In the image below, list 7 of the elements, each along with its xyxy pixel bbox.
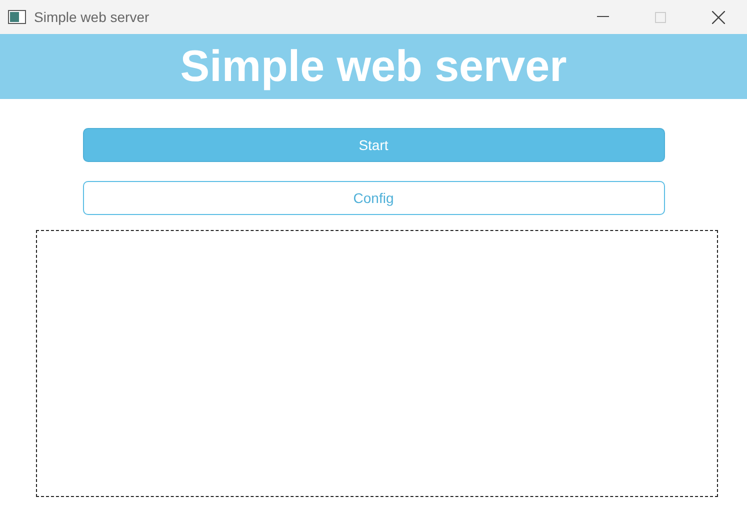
minimize-icon[interactable] [597, 16, 609, 18]
config-button[interactable]: Config [82, 181, 664, 215]
close-icon[interactable] [712, 10, 725, 24]
start-button[interactable]: Start [82, 128, 664, 162]
window-title: Simple web server [34, 8, 150, 27]
header-title: Simple web server [180, 40, 567, 92]
app-icon [8, 10, 26, 24]
